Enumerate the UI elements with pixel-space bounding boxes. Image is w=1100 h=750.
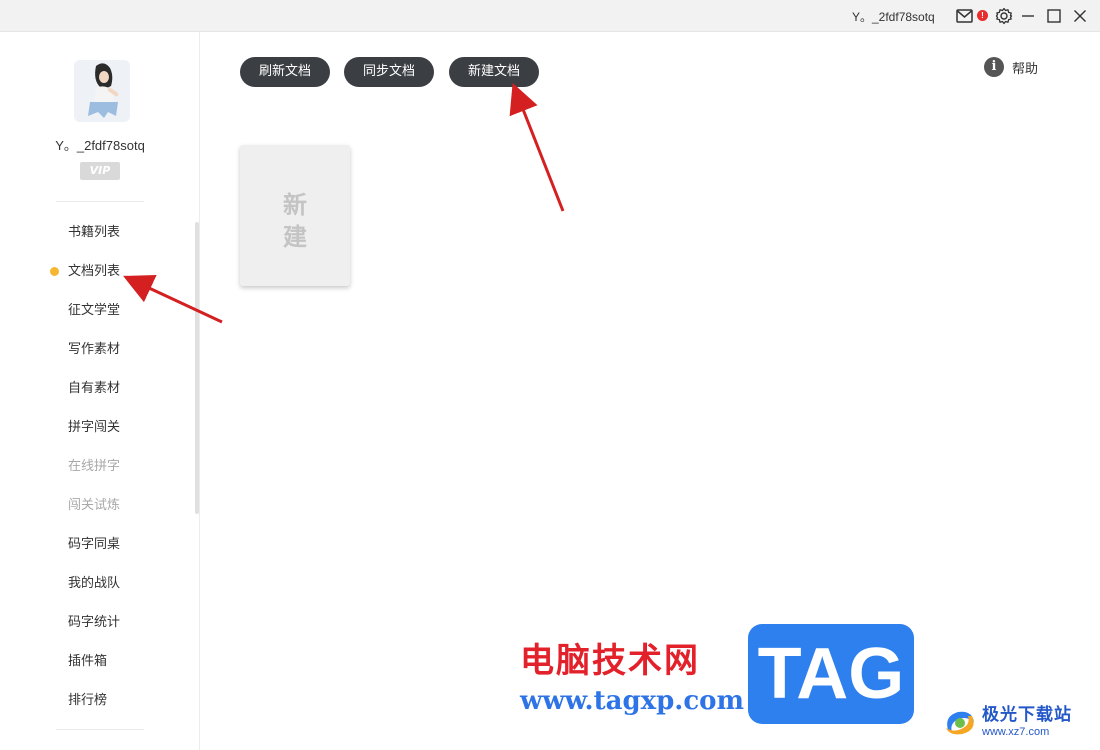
- sidebar-item-typing-deskmate[interactable]: 码字同桌: [0, 525, 200, 564]
- sidebar-menu: 书籍列表 文档列表 征文学堂 写作素材 自有素材 拼字闯关 在线拼字 闯关试炼 …: [0, 213, 200, 720]
- sidebar-item-label: 文档列表: [68, 264, 121, 279]
- new-document-card[interactable]: 新 建: [240, 145, 350, 286]
- brand-swirl-icon: [946, 711, 974, 735]
- watermark-brand-name: 极光下载站: [982, 705, 1072, 725]
- new-document-button[interactable]: 新建文档: [449, 57, 539, 87]
- new-card-label-line1: 新: [283, 191, 307, 219]
- sidebar-item-label: 自有素材: [68, 381, 121, 396]
- sidebar-item-label: 排行榜: [68, 693, 108, 708]
- sidebar-item-writing-materials[interactable]: 写作素材: [0, 330, 200, 369]
- close-icon[interactable]: [1071, 7, 1089, 25]
- sidebar-item-typing-stats[interactable]: 码字统计: [0, 603, 200, 642]
- maximize-icon[interactable]: [1045, 7, 1063, 25]
- mail-icon[interactable]: [955, 7, 973, 25]
- sidebar-item-label: 书籍列表: [68, 225, 121, 240]
- vip-badge: VIP: [80, 162, 120, 180]
- sidebar-item-online-typing[interactable]: 在线拼字: [0, 447, 200, 486]
- sidebar-item-label: 闯关试炼: [68, 498, 121, 513]
- sidebar-scrollbar[interactable]: [195, 222, 199, 514]
- sidebar-item-label: 我的战队: [68, 576, 121, 591]
- sidebar-item-label: 拼字闯关: [68, 420, 121, 435]
- sidebar-divider-bottom: [56, 729, 144, 730]
- sidebar-item-label: 码字统计: [68, 615, 121, 630]
- help-label: 帮助: [1012, 61, 1039, 77]
- sidebar-item-typing-challenge[interactable]: 拼字闯关: [0, 408, 200, 447]
- window-titlebar: Y。_2fdf78sotq !: [0, 0, 1100, 32]
- sidebar-item-challenge-trial[interactable]: 闯关试炼: [0, 486, 200, 525]
- settings-gear-icon[interactable]: [995, 7, 1013, 25]
- titlebar-username[interactable]: Y。_2fdf78sotq: [852, 8, 935, 25]
- watermark-url: www.tagxp.com: [520, 686, 745, 716]
- watermark-cn-text: 电脑技术网: [520, 641, 700, 681]
- sidebar-divider-top: [56, 201, 144, 202]
- watermark-tag-logo: TAG: [748, 624, 914, 724]
- sync-documents-button[interactable]: 同步文档: [344, 57, 434, 87]
- avatar[interactable]: [74, 60, 130, 122]
- sidebar-item-book-list[interactable]: 书籍列表: [0, 213, 200, 252]
- sidebar-item-plugin-box[interactable]: 插件箱: [0, 642, 200, 681]
- mail-badge: !: [977, 10, 988, 21]
- sidebar: Y。_2fdf78sotq VIP 书籍列表 文档列表 征文学堂 写作素材 自有…: [0, 32, 200, 750]
- profile-username: Y。_2fdf78sotq: [55, 138, 145, 153]
- sidebar-item-my-team[interactable]: 我的战队: [0, 564, 200, 603]
- minimize-icon[interactable]: [1019, 7, 1037, 25]
- refresh-documents-button[interactable]: 刷新文档: [240, 57, 330, 87]
- sidebar-item-own-materials[interactable]: 自有素材: [0, 369, 200, 408]
- sidebar-item-label: 写作素材: [68, 342, 121, 357]
- sidebar-item-label: 插件箱: [68, 654, 108, 669]
- info-icon: i: [984, 57, 1004, 77]
- active-indicator-dot: [50, 267, 59, 276]
- help-link[interactable]: i 帮助: [984, 56, 1038, 78]
- sidebar-item-document-list[interactable]: 文档列表: [0, 252, 200, 291]
- new-card-label-line2: 建: [283, 223, 307, 251]
- sidebar-item-label: 码字同桌: [68, 537, 121, 552]
- sidebar-item-label: 征文学堂: [68, 303, 121, 318]
- watermark-brand-domain: www.xz7.com: [982, 726, 1050, 738]
- sidebar-item-label: 在线拼字: [68, 459, 121, 474]
- sidebar-item-leaderboard[interactable]: 排行榜: [0, 681, 200, 720]
- watermark-brand-logo: 极光下载站 www.xz7.com: [938, 698, 1098, 748]
- sidebar-item-contest-school[interactable]: 征文学堂: [0, 291, 200, 330]
